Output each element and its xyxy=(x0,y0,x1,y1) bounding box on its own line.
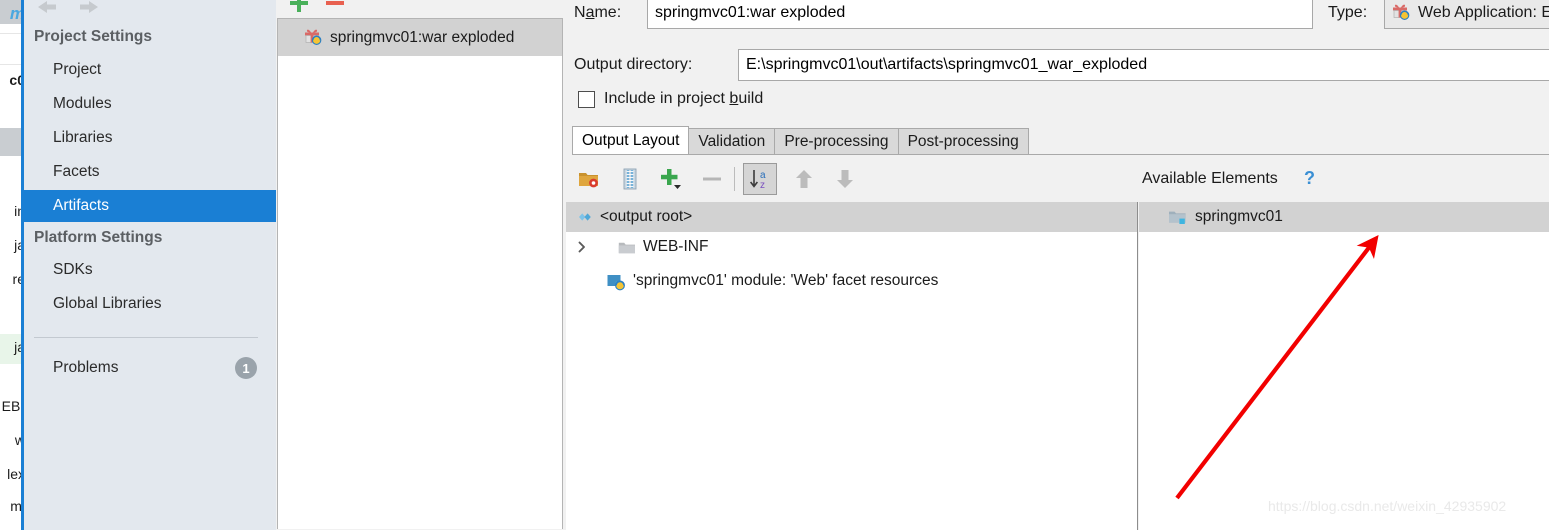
toolbar-separator xyxy=(734,167,735,191)
add-artifact-button[interactable] xyxy=(288,0,310,18)
add-copy-icon[interactable] xyxy=(654,163,688,195)
tree-row-label: <output root> xyxy=(600,208,693,225)
available-elements-label: Available Elements xyxy=(1142,170,1278,187)
output-root-icon xyxy=(574,209,593,225)
watermark-text: https://blog.csdn.net/weixin_42935902 xyxy=(1268,498,1507,514)
forward-arrow-icon[interactable] xyxy=(76,0,102,18)
sidebar-item-label: Problems xyxy=(53,359,119,376)
sidebar-item-label: Libraries xyxy=(53,129,113,146)
sidebar-item-facets[interactable]: Facets xyxy=(24,156,276,188)
type-combobox[interactable]: Web Application: Exploded xyxy=(1384,0,1549,29)
move-up-icon xyxy=(787,163,821,195)
back-arrow-icon[interactable] xyxy=(34,0,60,18)
output-layout-toolbar: a z Available Elements ? xyxy=(566,160,1549,202)
artifact-gift-icon xyxy=(1391,1,1410,25)
sidebar-item-label: Modules xyxy=(53,95,112,112)
sidebar-item-label: SDKs xyxy=(53,261,93,278)
sidebar-item-project[interactable]: Project xyxy=(24,54,276,86)
list-item[interactable]: springmvc01:war exploded xyxy=(278,19,562,56)
tab-label: Output Layout xyxy=(582,132,680,149)
remove-icon xyxy=(695,163,729,195)
include-in-project-build-label: Include in project build xyxy=(604,90,764,107)
artifact-list-panel: springmvc01:war exploded xyxy=(276,0,564,530)
tab-label: Post-processing xyxy=(907,133,1019,150)
output-directory-input[interactable]: E:\springmvc01\out\artifacts\springmvc01… xyxy=(738,49,1549,81)
tab-label: Validation xyxy=(698,133,766,150)
problems-count-badge: 1 xyxy=(235,357,257,379)
tree-row-label: springmvc01 xyxy=(1195,208,1283,225)
name-input-value: springmvc01:war exploded xyxy=(655,4,846,21)
help-icon[interactable]: ? xyxy=(1304,168,1315,189)
sidebar-group-platform-settings: Platform Settings xyxy=(34,229,163,246)
tab-label: Pre-processing xyxy=(784,133,889,150)
tree-row-label: WEB-INF xyxy=(643,238,709,255)
output-layout-tree[interactable]: <output root> WEB-INF 'springmvc01' modu… xyxy=(566,202,1138,530)
module-icon xyxy=(1168,209,1188,226)
tab-pre-processing[interactable]: Pre-processing xyxy=(774,128,899,155)
available-elements-tree[interactable]: springmvc01 xyxy=(1139,202,1549,530)
output-directory-value: E:\springmvc01\out\artifacts\springmvc01… xyxy=(746,56,1148,73)
create-archive-icon[interactable] xyxy=(613,163,647,195)
tab-output-layout[interactable]: Output Layout xyxy=(572,126,690,155)
sidebar-item-sdks[interactable]: SDKs xyxy=(24,254,276,286)
sidebar-item-label: Facets xyxy=(53,163,100,180)
web-facet-icon xyxy=(606,272,626,291)
artifact-detail-pane: Name: springmvc01:war exploded Type: Web… xyxy=(564,0,1549,530)
sidebar-item-label: Project xyxy=(53,61,102,78)
navigation-arrows xyxy=(34,0,154,22)
sidebar-item-problems[interactable]: Problems 1 xyxy=(24,352,276,384)
artifact-list-toolbar xyxy=(276,0,564,18)
include-in-project-build-checkbox[interactable] xyxy=(578,90,595,108)
detail-tabstrip: Output Layout Validation Pre-processing … xyxy=(572,126,1029,155)
move-down-icon xyxy=(828,163,862,195)
tree-row-web-inf[interactable]: WEB-INF xyxy=(566,232,1137,262)
tree-row-web-facet-resources[interactable]: 'springmvc01' module: 'Web' facet resour… xyxy=(566,266,1137,296)
sidebar-item-global-libraries[interactable]: Global Libraries xyxy=(24,288,276,320)
include-in-project-build-checkbox-row[interactable]: Include in project build xyxy=(578,90,763,108)
tab-validation[interactable]: Validation xyxy=(688,128,776,155)
create-directory-icon[interactable] xyxy=(572,163,606,195)
sidebar-item-artifacts[interactable]: Artifacts xyxy=(24,190,276,222)
tabstrip-underline xyxy=(572,154,1549,155)
artifact-list[interactable]: springmvc01:war exploded xyxy=(277,18,563,529)
remove-artifact-button[interactable] xyxy=(324,0,346,18)
tree-row-label: 'springmvc01' module: 'Web' facet resour… xyxy=(633,272,939,289)
list-item-label: springmvc01:war exploded xyxy=(330,28,515,46)
name-input[interactable]: springmvc01:war exploded xyxy=(647,0,1313,29)
tree-row-output-root[interactable]: <output root> xyxy=(566,202,1137,232)
type-combobox-value: Web Application: Exploded xyxy=(1418,4,1549,21)
settings-sidebar: Project Settings Project Modules Librari… xyxy=(21,0,276,530)
tab-post-processing[interactable]: Post-processing xyxy=(897,128,1029,155)
sidebar-divider xyxy=(34,337,258,338)
type-label: Type: xyxy=(1328,4,1368,21)
sidebar-item-label: Artifacts xyxy=(53,197,109,214)
artifact-gift-icon xyxy=(303,26,322,50)
sidebar-item-libraries[interactable]: Libraries xyxy=(24,122,276,154)
svg-text:z: z xyxy=(760,180,765,191)
name-label: Name: xyxy=(574,4,622,21)
chevron-right-icon[interactable] xyxy=(574,239,590,255)
sidebar-item-modules[interactable]: Modules xyxy=(24,88,276,120)
sidebar-group-project-settings: Project Settings xyxy=(34,28,152,45)
sort-alphabetically-icon[interactable]: a z xyxy=(743,163,777,195)
sidebar-item-label: Global Libraries xyxy=(53,295,162,312)
folder-icon xyxy=(618,240,636,255)
output-directory-label: Output directory: xyxy=(574,56,693,73)
tree-row-springmvc01[interactable]: springmvc01 xyxy=(1139,202,1549,232)
